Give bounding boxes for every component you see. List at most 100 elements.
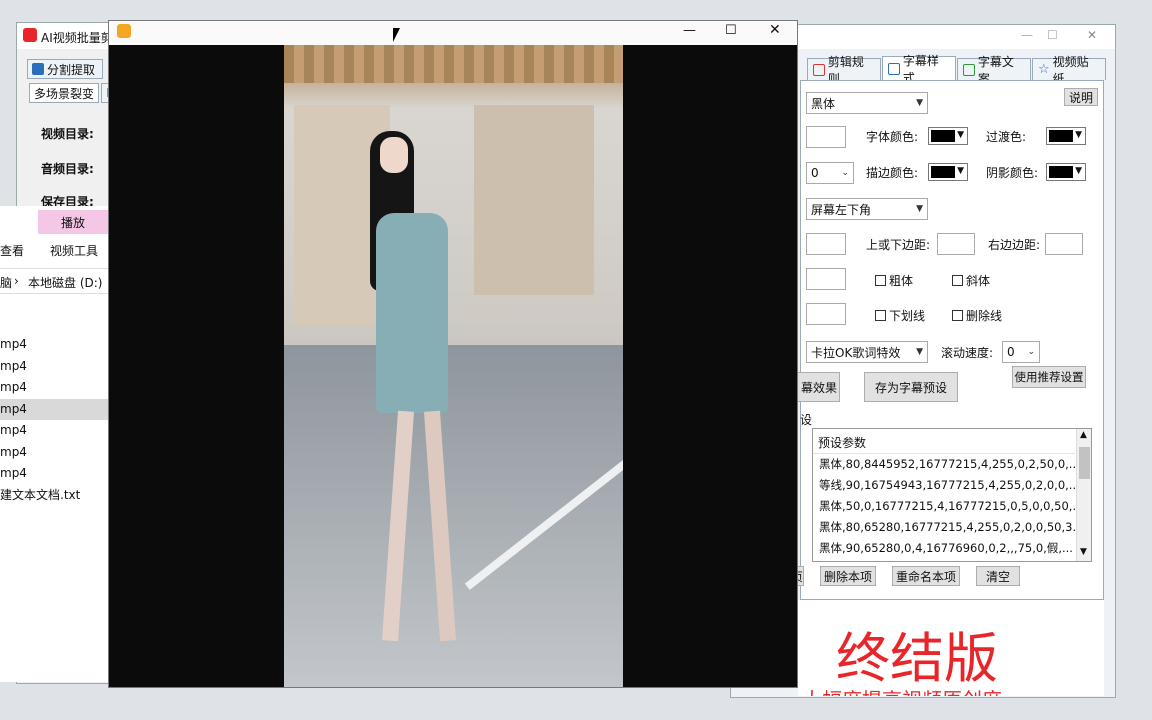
font-size-field[interactable] bbox=[806, 126, 846, 148]
chevron-down-icon: ⌄ bbox=[1027, 347, 1035, 357]
list-item[interactable]: mp4 bbox=[0, 463, 110, 485]
chevron-down-icon: ▼ bbox=[1075, 166, 1082, 176]
breadcrumb-prefix: 脑 bbox=[0, 276, 13, 290]
video-dir-label: 视频目录: bbox=[41, 127, 94, 141]
list-item[interactable]: 黑体,80,8445952,16777215,4,255,0,2,50,0,..… bbox=[813, 454, 1075, 475]
gradient-color-picker[interactable]: ▼ bbox=[1046, 127, 1086, 145]
rename-item-label: 重命名本项 bbox=[895, 569, 956, 584]
use-recommended-button[interactable]: 使用推荐设置 bbox=[1012, 366, 1086, 388]
tab-subtitle-text[interactable]: 字幕文案 bbox=[957, 55, 1031, 86]
close-icon[interactable]: ✕ bbox=[769, 22, 781, 38]
italic-checkbox[interactable]: 斜体 bbox=[952, 272, 990, 289]
preset-listbox[interactable]: 预设参数 黑体,80,8445952,16777215,4,255,0,2,50… bbox=[812, 428, 1092, 562]
ribbon-video-tools-tab[interactable]: 视频工具 bbox=[50, 242, 98, 259]
list-item[interactable]: mp4 bbox=[0, 334, 110, 356]
list-item[interactable]: mp4 bbox=[0, 377, 110, 399]
back-tab-multiscene-label: 多场景裂变 bbox=[33, 86, 94, 101]
scroll-speed-select[interactable]: 0 ⌄ bbox=[1002, 341, 1040, 363]
delete-item-button[interactable]: 删除本项 bbox=[820, 566, 876, 586]
stroke-width-value: 0 bbox=[811, 166, 819, 180]
back-tab-multiscene[interactable]: 多场景裂变 bbox=[29, 83, 99, 103]
promo-title: 终结版 bbox=[836, 627, 998, 690]
stroke-width-select[interactable]: 0 ⌄ bbox=[806, 162, 854, 184]
ribbon-view-tab[interactable]: 查看 bbox=[0, 242, 24, 259]
subtitle-style-icon bbox=[888, 62, 900, 75]
minimize-icon[interactable]: — bbox=[683, 23, 696, 38]
shadow-color-picker[interactable]: ▼ bbox=[1046, 163, 1086, 181]
clear-button[interactable]: 清空 bbox=[976, 566, 1020, 586]
list-item[interactable]: 黑体,90,65280,0,4,16776960,0,2,,,75,0,假,..… bbox=[813, 538, 1075, 559]
bold-checkbox[interactable]: 粗体 bbox=[875, 272, 913, 289]
player-titlebar[interactable]: — ☐ ✕ bbox=[109, 21, 797, 45]
breadcrumb-chevron-icon: › bbox=[14, 274, 19, 288]
tab-subtitle-style[interactable]: 字幕样式 bbox=[882, 54, 956, 85]
chevron-down-icon: ▼ bbox=[1075, 130, 1082, 140]
stroke-color-picker[interactable]: ▼ bbox=[928, 163, 968, 181]
window-minimize-icon[interactable]: — bbox=[1021, 28, 1033, 42]
chevron-down-icon: ▼ bbox=[916, 347, 923, 357]
promo-subtitle: 大幅度提高视频原创度 bbox=[802, 684, 1002, 696]
list-item[interactable]: mp4 bbox=[0, 356, 110, 378]
checkbox-icon bbox=[875, 275, 886, 286]
save-preset-label: 存为字幕预设 bbox=[874, 380, 947, 395]
tab-edit-rules[interactable]: 剪辑规则 bbox=[807, 55, 881, 86]
preset-scrollbar[interactable]: ▲ ▼ bbox=[1076, 429, 1091, 561]
breadcrumb[interactable]: 脑 › 本地磁盘 (D:) bbox=[0, 268, 110, 294]
underline-checkbox[interactable]: 下划线 bbox=[875, 307, 925, 324]
preset-header-label: 预设参数 bbox=[818, 436, 867, 450]
breadcrumb-drive: 本地磁盘 (D:) bbox=[28, 276, 103, 290]
preset-group-label: 设 bbox=[800, 413, 813, 427]
window-close-icon[interactable]: ✕ bbox=[1087, 28, 1097, 42]
font-color-picker[interactable]: ▼ bbox=[928, 127, 968, 145]
left-margin-field[interactable] bbox=[806, 233, 846, 255]
list-item[interactable]: 黑体,80,65280,16777215,4,255,0,2,0,0,50,3.… bbox=[813, 517, 1075, 538]
scroll-up-icon[interactable]: ▲ bbox=[1080, 430, 1087, 440]
top-bottom-margin-field[interactable] bbox=[937, 233, 975, 255]
clear-label: 清空 bbox=[985, 569, 1010, 584]
delete-item-label: 删除本项 bbox=[823, 569, 872, 584]
list-item[interactable]: 建文本文档.txt bbox=[0, 485, 110, 507]
scroll-speed-label: 滚动速度: bbox=[941, 346, 994, 360]
right-margin-field[interactable] bbox=[1045, 233, 1083, 255]
rename-item-button[interactable]: 重命名本项 bbox=[892, 566, 960, 586]
color-swatch bbox=[1049, 130, 1073, 142]
right-margin-label: 右边边距: bbox=[988, 238, 1041, 252]
position-select[interactable]: 屏幕左下角 ▼ bbox=[806, 198, 928, 220]
list-item[interactable]: mp4 bbox=[0, 420, 110, 442]
strike-label: 删除线 bbox=[966, 309, 1003, 323]
film-icon bbox=[813, 63, 825, 76]
effect-select-value: 卡拉OK歌词特效 bbox=[811, 345, 901, 360]
effect-select[interactable]: 卡拉OK歌词特效 ▼ bbox=[806, 341, 928, 363]
list-item[interactable]: 等线,90,16754943,16777215,4,255,0,2,0,0,..… bbox=[813, 475, 1075, 496]
stroke-color-label: 描边颜色: bbox=[866, 166, 919, 180]
app-logo-icon bbox=[23, 28, 37, 42]
help-button[interactable]: 说明 bbox=[1064, 88, 1098, 106]
use-recommended-label: 使用推荐设置 bbox=[1014, 370, 1084, 384]
list-item[interactable]: mp4 bbox=[0, 442, 110, 464]
ribbon-play-tab[interactable]: 播放 bbox=[38, 210, 108, 234]
position-select-value: 屏幕左下角 bbox=[811, 202, 872, 217]
chevron-down-icon: ▼ bbox=[916, 98, 923, 108]
scroll-down-icon[interactable]: ▼ bbox=[1080, 547, 1087, 557]
ribbon-play-label: 播放 bbox=[60, 215, 85, 230]
file-list: mp4 mp4 mp4 mp4 mp4 mp4 mp4 建文本文档.txt bbox=[0, 334, 110, 506]
save-preset-button[interactable]: 存为字幕预设 bbox=[864, 372, 958, 402]
wall-pillar bbox=[474, 105, 594, 295]
player-app-icon bbox=[117, 24, 131, 38]
font-select[interactable]: 黑体 ▼ bbox=[806, 92, 928, 114]
spacing-field[interactable] bbox=[806, 268, 846, 290]
back-tab-split[interactable]: 分割提取 bbox=[27, 59, 103, 79]
underline-label: 下划线 bbox=[889, 309, 926, 323]
maximize-icon[interactable]: ☐ bbox=[725, 23, 737, 38]
scrollbar-thumb[interactable] bbox=[1079, 447, 1090, 479]
strike-checkbox[interactable]: 删除线 bbox=[952, 307, 1002, 324]
list-item[interactable]: 黑体,50,0,16777215,4,16777215,0,5,0,0,50,.… bbox=[813, 496, 1075, 517]
help-button-label: 说明 bbox=[1068, 90, 1093, 105]
line-height-field[interactable] bbox=[806, 303, 846, 325]
video-frame[interactable] bbox=[284, 45, 623, 687]
chevron-down-icon: ▼ bbox=[957, 130, 964, 140]
window-maximize-icon[interactable]: ☐ bbox=[1047, 28, 1058, 42]
tab-video-sticker[interactable]: ☆ 视频贴纸 bbox=[1032, 55, 1106, 86]
file-explorer-window: 播放 查看 视频工具 脑 › 本地磁盘 (D:) mp4 mp4 mp4 mp4… bbox=[0, 206, 111, 682]
list-item-selected[interactable]: mp4 bbox=[0, 398, 110, 420]
